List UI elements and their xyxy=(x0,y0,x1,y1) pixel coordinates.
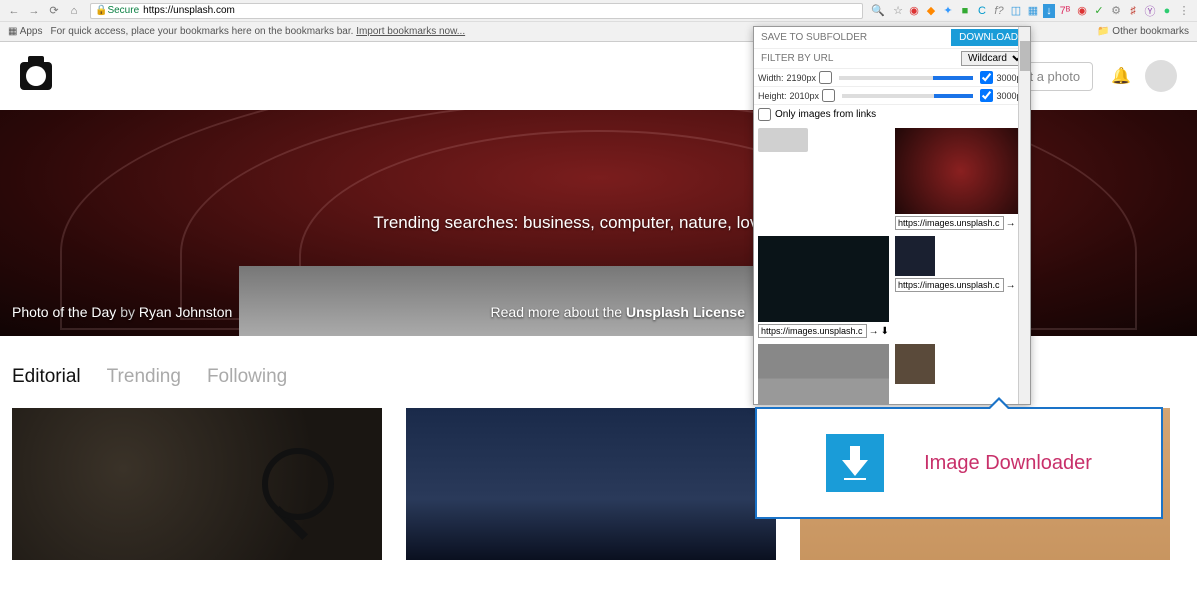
tab-following[interactable]: Following xyxy=(207,366,287,388)
bell-icon[interactable]: 🔔 xyxy=(1111,66,1131,86)
ext-icon[interactable]: Ⓨ xyxy=(1143,4,1157,18)
ext-icon[interactable]: ↓ xyxy=(1043,4,1055,18)
image-results-grid: → ⬇ → ⬇ → ⬇ xyxy=(754,124,1030,404)
ext-icon[interactable]: ✦ xyxy=(941,4,955,18)
image-result-thumb[interactable] xyxy=(758,236,889,322)
filter-mode-select[interactable]: Wildcard xyxy=(961,51,1026,66)
image-downloader-popup: DOWNLOAD Wildcard Width: 2190px 3000px H… xyxy=(753,26,1031,405)
author-link[interactable]: Ryan Johnston xyxy=(139,304,232,320)
home-button[interactable]: ⌂ xyxy=(66,3,82,19)
image-result-thumb[interactable] xyxy=(895,236,935,276)
open-icon[interactable]: → xyxy=(1006,218,1016,229)
open-icon[interactable]: → xyxy=(1006,280,1016,291)
other-bookmarks[interactable]: 📁 Other bookmarks xyxy=(1097,26,1189,37)
ext-icon[interactable]: ✓ xyxy=(1092,4,1106,18)
browser-toolbar: ← → ⟳ ⌂ 🔒 Secure https://unsplash.com 🔍 … xyxy=(0,0,1197,22)
menu-icon[interactable]: ⋮ xyxy=(1177,4,1191,18)
image-url-field[interactable] xyxy=(895,216,1004,230)
license-link[interactable]: Unsplash License xyxy=(626,304,745,320)
width-filter-row: Width: 2190px 3000px xyxy=(754,69,1030,87)
download-button[interactable]: DOWNLOAD xyxy=(951,29,1026,46)
image-url-field[interactable] xyxy=(758,324,867,338)
download-icon[interactable]: ⬇ xyxy=(881,326,889,337)
ext-icon[interactable]: 7ᴮ xyxy=(1058,4,1072,18)
photo-thumb[interactable] xyxy=(12,408,382,560)
tab-trending[interactable]: Trending xyxy=(107,366,181,388)
ext-icon[interactable]: ■ xyxy=(958,4,972,18)
height-max-checkbox[interactable] xyxy=(980,89,993,102)
url-text: https://unsplash.com xyxy=(143,5,235,16)
tab-editorial[interactable]: Editorial xyxy=(12,366,81,388)
ext-icon[interactable]: ◉ xyxy=(1075,4,1089,18)
ext-icon[interactable]: ◆ xyxy=(924,4,938,18)
filter-url-input[interactable] xyxy=(758,52,961,65)
ext-icon[interactable]: ◫ xyxy=(1009,4,1023,18)
reload-button[interactable]: ⟳ xyxy=(46,3,62,19)
ext-icon[interactable]: ● xyxy=(1160,4,1174,18)
photo-thumb[interactable] xyxy=(406,408,776,560)
download-arrow-icon xyxy=(826,434,884,492)
image-result-thumb[interactable] xyxy=(758,128,808,152)
width-max-checkbox[interactable] xyxy=(980,71,993,84)
forward-button[interactable]: → xyxy=(26,3,42,19)
open-icon[interactable]: → xyxy=(869,326,879,337)
popup-scrollbar[interactable] xyxy=(1018,27,1030,404)
ext-icon[interactable]: ⚙ xyxy=(1109,4,1123,18)
width-slider[interactable] xyxy=(839,76,973,80)
ext-icon[interactable]: C xyxy=(975,4,989,18)
zoom-icon[interactable]: 🔍 xyxy=(871,4,885,17)
import-bookmarks-link[interactable]: Import bookmarks now... xyxy=(356,26,465,37)
ext-icon[interactable]: ◉ xyxy=(907,4,921,18)
image-result-thumb[interactable] xyxy=(895,344,935,384)
extension-icons: ◉ ◆ ✦ ■ C f? ◫ ▦ ↓ 7ᴮ ◉ ✓ ⚙ ♯ Ⓨ ● ⋮ xyxy=(907,4,1191,18)
height-min-checkbox[interactable] xyxy=(822,89,835,102)
ext-icon[interactable]: f? xyxy=(992,4,1006,18)
ext-icon[interactable]: ▦ xyxy=(1026,4,1040,18)
only-links-checkbox[interactable] xyxy=(758,108,771,121)
only-links-row: Only images from links xyxy=(754,105,1030,124)
width-min-checkbox[interactable] xyxy=(819,71,832,84)
address-bar[interactable]: 🔒 Secure https://unsplash.com xyxy=(90,3,863,19)
avatar[interactable] xyxy=(1145,60,1177,92)
photo-of-day: Photo of the Day by Ryan Johnston xyxy=(12,304,232,320)
callout-title: Image Downloader xyxy=(924,452,1092,475)
apps-button[interactable]: ▦ Apps xyxy=(8,26,42,37)
image-result-thumb[interactable] xyxy=(895,128,1026,214)
logo-camera-icon[interactable] xyxy=(20,62,52,90)
image-downloader-callout: Image Downloader xyxy=(755,407,1163,519)
ext-icon[interactable]: ♯ xyxy=(1126,4,1140,18)
image-result-thumb[interactable] xyxy=(758,344,889,404)
back-button[interactable]: ← xyxy=(6,3,22,19)
image-url-field[interactable] xyxy=(895,278,1004,292)
save-subfolder-input[interactable] xyxy=(758,31,951,44)
bookmarks-hint: For quick access, place your bookmarks h… xyxy=(50,26,465,37)
height-slider[interactable] xyxy=(842,94,973,98)
height-filter-row: Height: 2010px 3000px xyxy=(754,87,1030,105)
lock-icon: 🔒 xyxy=(95,5,107,16)
license-text: Read more about the Unsplash License xyxy=(491,304,745,320)
star-icon[interactable]: ☆ xyxy=(893,4,903,17)
secure-label: Secure xyxy=(107,5,139,16)
